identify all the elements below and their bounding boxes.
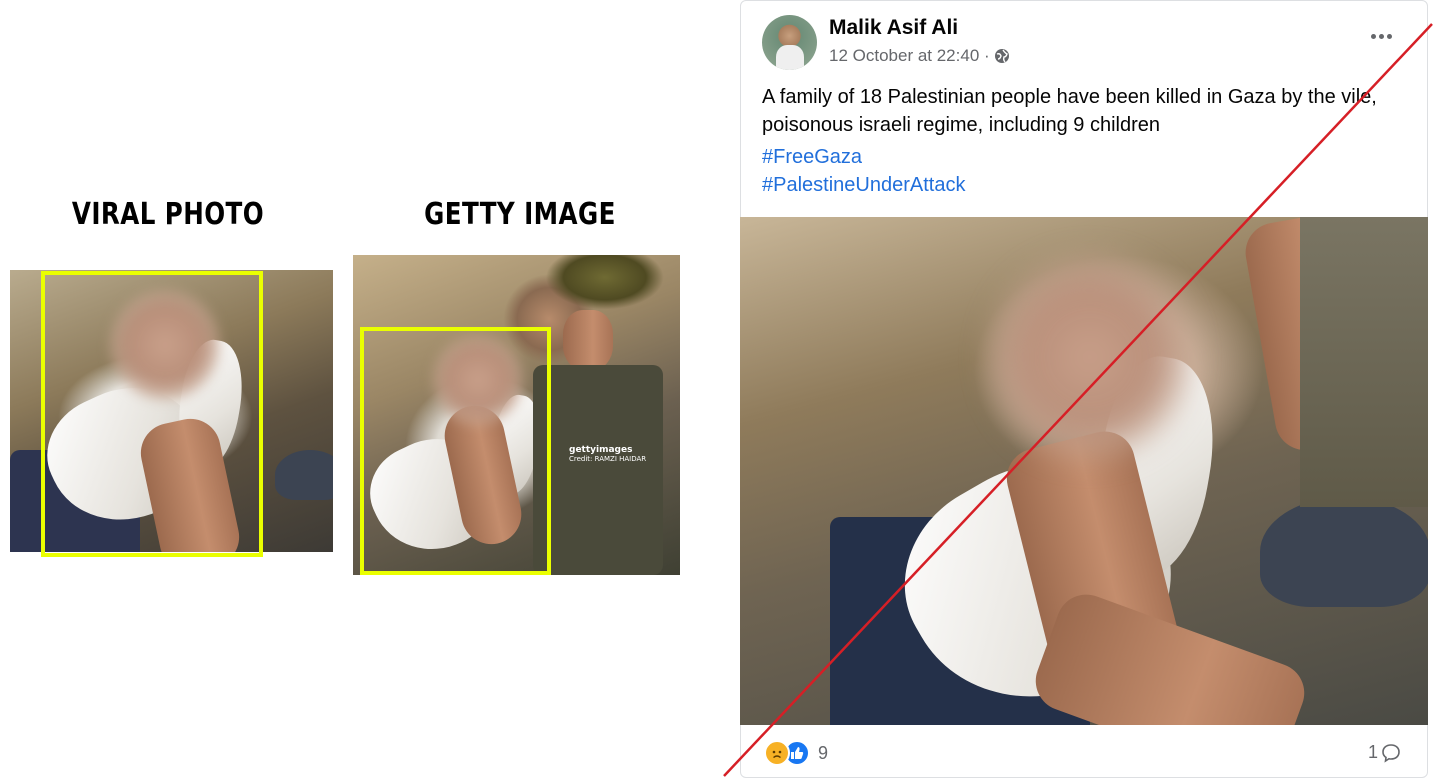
viral-photo-heading: VIRAL PHOTO	[71, 197, 265, 232]
post-meta: 12 October at 22:40 ·	[829, 46, 1010, 66]
post-timestamp[interactable]: 12 October at 22:40 ·	[829, 46, 990, 66]
getty-image-heading: GETTY IMAGE	[424, 197, 616, 232]
comment-count[interactable]: 1	[1368, 742, 1401, 763]
sad-reaction-icon	[764, 740, 790, 766]
more-options-button[interactable]	[1366, 26, 1396, 46]
avatar[interactable]	[762, 15, 817, 70]
reactions-summary[interactable]: 9	[764, 740, 828, 766]
getty-watermark: gettyimages Credit: RAMZI HAIDAR	[569, 446, 646, 464]
more-icon	[1370, 33, 1376, 39]
reaction-count: 9	[818, 742, 829, 763]
hashtag-link-palestineunderattack[interactable]: #PalestineUnderAttack	[762, 174, 965, 197]
comment-icon	[1382, 743, 1400, 763]
post-author-name[interactable]: Malik Asif Ali	[829, 16, 958, 40]
viral-photo-highlight-box	[41, 271, 263, 557]
getty-watermark-brand: gettyimages	[569, 445, 633, 455]
globe-icon	[994, 49, 1009, 63]
getty-photo-highlight-box	[360, 327, 551, 575]
post-text: A family of 18 Palestinian people have b…	[762, 86, 1377, 136]
getty-watermark-credit: Credit: RAMZI HAIDAR	[569, 455, 647, 463]
hashtag-link-freegaza[interactable]: #FreeGaza	[762, 146, 862, 169]
post-image[interactable]	[740, 217, 1428, 725]
comment-count-value: 1	[1368, 742, 1379, 762]
